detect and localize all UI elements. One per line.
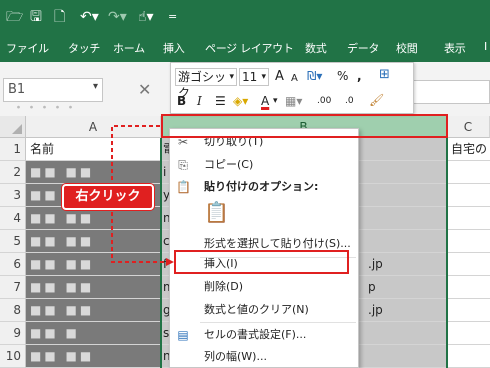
arrow-head-icon (166, 258, 174, 266)
dashed-connector-top (111, 125, 160, 184)
dashed-connector-bottom (111, 212, 172, 263)
excel-window: 🗁 🖫 🗋 ↶▾ ↷▾ ☝▾ = ファイル タッチ ホーム 挿入 ページ レイア… (0, 0, 490, 368)
right-click-label: 右クリック (62, 184, 154, 210)
